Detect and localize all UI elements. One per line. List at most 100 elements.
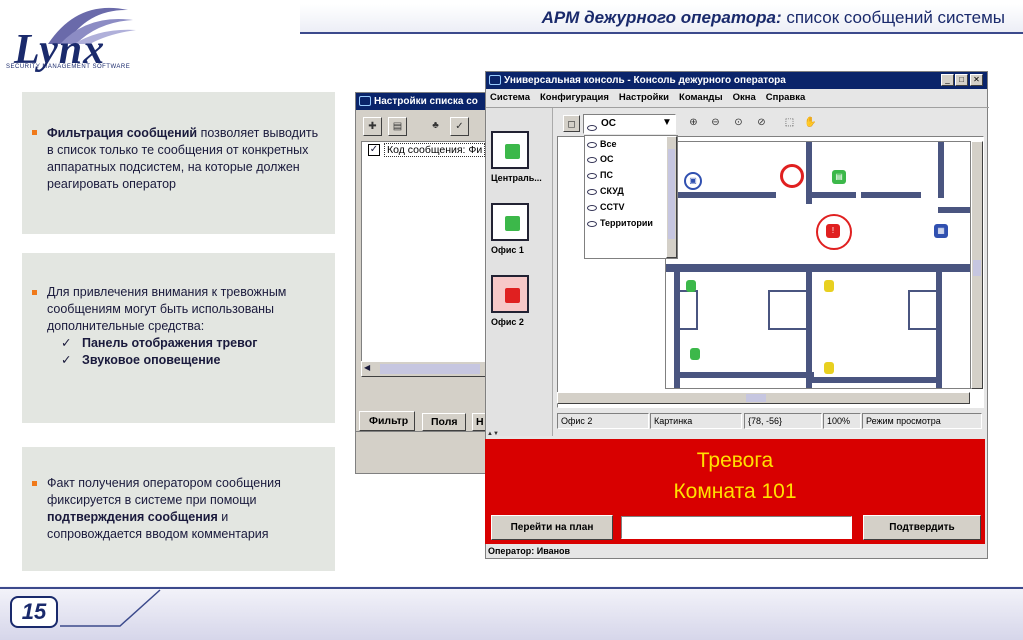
- menu-settings[interactable]: Настройки: [619, 92, 669, 103]
- sensor-green-icon[interactable]: [690, 348, 700, 360]
- info-panel-alerts: Для привлечения внимания к тревожным соо…: [22, 253, 335, 423]
- sensor-green-icon[interactable]: [686, 280, 696, 292]
- status-room: Офис 2: [557, 413, 649, 429]
- eye-icon: [587, 141, 597, 148]
- eye-icon: [587, 204, 597, 211]
- app-icon: [359, 96, 371, 106]
- room-status-red-icon: [505, 288, 520, 303]
- status-coordinates: {78, -56}: [744, 413, 822, 429]
- horizontal-scrollbar[interactable]: [557, 392, 970, 404]
- room-central-label[interactable]: Централь...: [491, 173, 542, 183]
- combo-value: ОС: [601, 118, 616, 129]
- sensor-yellow-icon[interactable]: [824, 362, 834, 374]
- dropdown-scrollbar[interactable]: [666, 136, 677, 258]
- eye-icon: [587, 172, 597, 179]
- users-icon[interactable]: ♣: [426, 117, 445, 136]
- room-office2-icon[interactable]: [491, 275, 529, 313]
- dropdown-item-ps[interactable]: ПС: [587, 170, 613, 180]
- subsystem-dropdown-list: Все ОС ПС СКУД CCTV Территории: [584, 135, 678, 259]
- zoom-out-icon[interactable]: ⊖: [706, 114, 725, 133]
- eye-icon: [587, 156, 597, 163]
- wall: [861, 192, 921, 198]
- comment-input[interactable]: [621, 516, 852, 539]
- tab-filter[interactable]: Фильтр: [359, 411, 415, 431]
- filter-tree: ✓ Код сообщения: Фи: [361, 141, 489, 377]
- select-tool-icon[interactable]: ◻: [563, 115, 580, 132]
- room-status-green-icon: [505, 144, 520, 159]
- dropdown-item-skud[interactable]: СКУД: [587, 186, 624, 196]
- goto-plan-button[interactable]: Перейти на план: [491, 515, 613, 540]
- subsystem-combo[interactable]: ОС ▼: [583, 114, 676, 134]
- status-mode: Картинка: [650, 413, 742, 429]
- menu-system[interactable]: Система: [490, 92, 530, 103]
- page-number: 15: [10, 596, 58, 628]
- room-office2-label[interactable]: Офис 2: [491, 317, 524, 327]
- operator-status: Оператор: Иванов: [488, 546, 571, 556]
- stairs: [908, 290, 938, 330]
- wall: [938, 142, 944, 198]
- scroll-thumb[interactable]: [668, 149, 675, 239]
- alarm-sensor-icon[interactable]: [780, 164, 804, 188]
- menu-windows[interactable]: Окна: [733, 92, 756, 103]
- camera-sensor-icon[interactable]: ▣: [684, 172, 702, 190]
- maximize-button[interactable]: □: [955, 74, 968, 86]
- window-titlebar: Настройки списка со: [356, 93, 489, 110]
- eye-icon: [587, 188, 597, 195]
- eye-icon: [587, 220, 597, 227]
- dropdown-item-territories[interactable]: Территории: [587, 218, 653, 228]
- check-filter-icon[interactable]: ✓: [450, 117, 469, 136]
- vertical-scrollbar[interactable]: [971, 141, 983, 389]
- scroll-thumb[interactable]: [746, 394, 766, 402]
- zoom-in-icon[interactable]: ⊕: [684, 114, 703, 133]
- tab-fields[interactable]: Поля: [422, 413, 466, 431]
- zoom-fit-icon[interactable]: ⊘: [752, 114, 771, 133]
- menu-commands[interactable]: Команды: [679, 92, 723, 103]
- minimize-button[interactable]: _: [941, 74, 954, 86]
- splitter-handle[interactable]: ▲▼: [487, 431, 985, 437]
- room-central-icon[interactable]: [491, 131, 529, 169]
- dropdown-item-all[interactable]: Все: [587, 139, 617, 149]
- status-view-mode: Режим просмотра: [862, 413, 982, 429]
- dropdown-item-os[interactable]: ОС: [587, 154, 614, 164]
- page-title: АРМ дежурного оператора: список сообщени…: [541, 8, 1005, 27]
- zoom-area-icon[interactable]: ⬚: [780, 114, 799, 133]
- wall: [806, 377, 942, 383]
- stairs: [680, 290, 698, 330]
- server-icon[interactable]: ▦: [934, 224, 948, 238]
- scroll-thumb[interactable]: [973, 260, 981, 276]
- wall: [938, 207, 970, 213]
- add-filter-icon[interactable]: ✚: [363, 117, 382, 136]
- tree-item-message-code[interactable]: Код сообщения: Фи: [384, 143, 486, 157]
- wall: [666, 264, 970, 272]
- close-button[interactable]: ✕: [970, 74, 983, 86]
- pan-hand-icon[interactable]: ✋: [801, 114, 820, 133]
- chevron-down-icon[interactable]: ▼: [662, 117, 672, 128]
- wall: [806, 192, 856, 198]
- horizontal-scrollbar[interactable]: ◀: [361, 361, 489, 377]
- bullet-icon: [32, 130, 37, 135]
- tab-divider: [356, 431, 489, 432]
- sensor-yellow-icon[interactable]: [824, 280, 834, 292]
- scroll-thumb[interactable]: [380, 364, 480, 374]
- menu-help[interactable]: Справка: [766, 92, 806, 103]
- alarm-location: Комната 101: [673, 480, 797, 503]
- floor-plan[interactable]: ▣ ▤ ! ▦: [665, 141, 971, 389]
- edit-filter-icon[interactable]: ▤: [388, 117, 407, 136]
- info-panel-filtering: Фильтрация сообщений позволяет выводить …: [22, 92, 335, 234]
- eye-icon: [587, 124, 597, 131]
- confirm-button[interactable]: Подтвердить: [863, 515, 981, 540]
- filter-settings-window: Настройки списка со ✚ ▤ ♣ ✓ ✓ Код сообще…: [355, 92, 490, 474]
- check-item: Звуковое оповещение: [47, 352, 322, 369]
- alarm-sensor-icon[interactable]: !: [826, 224, 840, 238]
- zoom-reset-icon[interactable]: ⊙: [729, 114, 748, 133]
- wall: [666, 192, 776, 198]
- menu-configuration[interactable]: Конфигурация: [540, 92, 609, 103]
- room-office1-label[interactable]: Офис 1: [491, 245, 524, 255]
- alarm-title: Тревога: [696, 449, 774, 472]
- room-status-green-icon: [505, 216, 520, 231]
- reader-sensor-icon[interactable]: ▤: [832, 170, 846, 184]
- room-office1-icon[interactable]: [491, 203, 529, 241]
- dropdown-item-cctv[interactable]: CCTV: [587, 202, 625, 212]
- tree-checkbox[interactable]: ✓: [368, 144, 380, 156]
- stairs: [768, 290, 808, 330]
